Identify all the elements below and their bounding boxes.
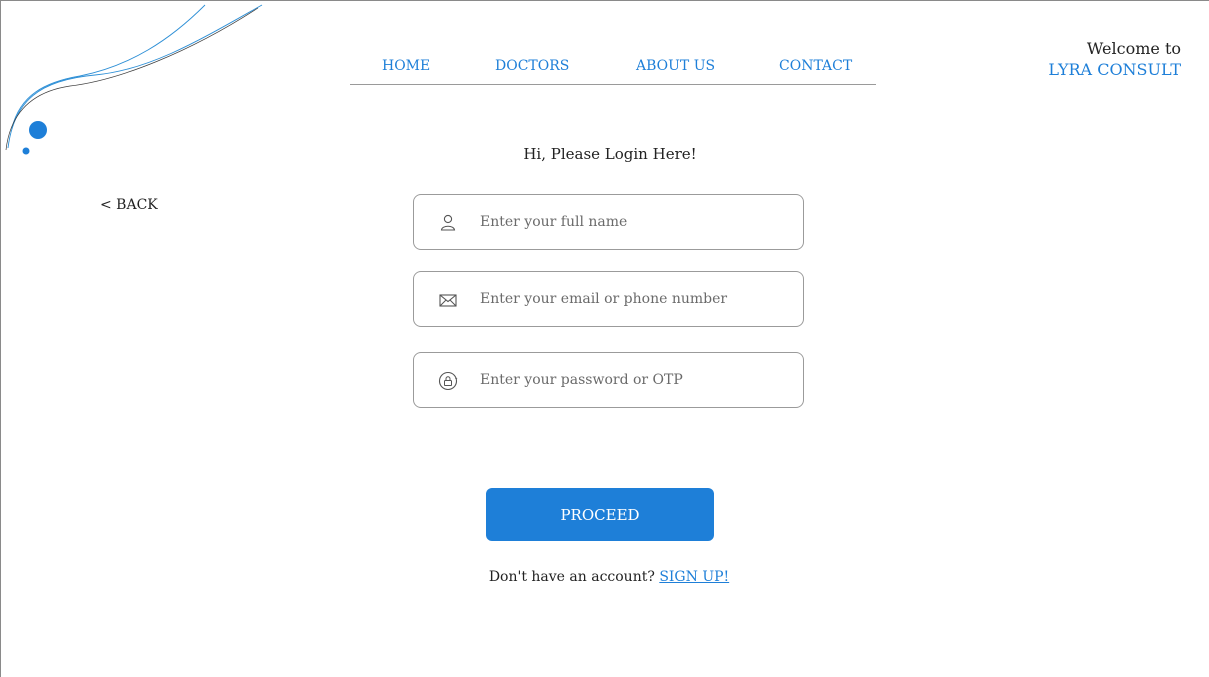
signup-prompt: Don't have an account? xyxy=(488,569,655,585)
nav-item-about-us[interactable]: ABOUT US xyxy=(636,58,715,74)
nav-item-home[interactable]: HOME xyxy=(382,58,430,74)
envelope-icon xyxy=(439,294,457,307)
signup-row: Don't have an account? SIGN UP! xyxy=(0,569,1209,585)
password-otp-input[interactable] xyxy=(480,353,790,407)
main-nav: HOME DOCTORS ABOUT US CONTACT xyxy=(350,52,876,85)
decorative-dot-large xyxy=(29,121,47,139)
full-name-field[interactable] xyxy=(413,194,804,250)
back-link[interactable]: < BACK xyxy=(100,197,158,213)
brand-welcome: Welcome to LYRA CONSULT xyxy=(1048,38,1181,80)
proceed-button[interactable]: PROCEED xyxy=(486,488,714,541)
email-phone-field[interactable] xyxy=(413,271,804,327)
nav-item-contact[interactable]: CONTACT xyxy=(779,58,852,74)
swoosh-line-2 xyxy=(11,4,206,129)
email-phone-input[interactable] xyxy=(480,272,790,326)
lock-icon xyxy=(438,371,458,391)
signup-link[interactable]: SIGN UP! xyxy=(659,569,729,585)
nav-item-doctors[interactable]: DOCTORS xyxy=(495,58,569,74)
full-name-input[interactable] xyxy=(480,195,790,249)
login-heading: Hi, Please Login Here! xyxy=(523,145,697,163)
brand-name: LYRA CONSULT xyxy=(1048,60,1181,79)
user-icon xyxy=(440,214,456,231)
welcome-text: Welcome to xyxy=(1086,39,1181,58)
password-otp-field[interactable] xyxy=(413,352,804,408)
